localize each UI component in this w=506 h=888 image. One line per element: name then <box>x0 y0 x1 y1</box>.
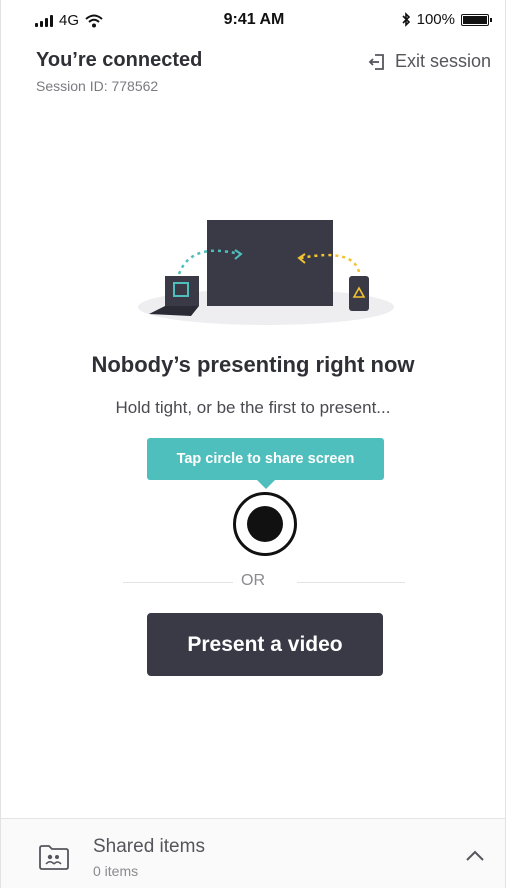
record-icon <box>247 506 283 542</box>
battery-fill <box>463 15 487 24</box>
phone-icon <box>349 276 369 311</box>
status-right: 100% <box>401 11 492 28</box>
or-label: OR <box>241 572 265 589</box>
shared-folder-icon <box>39 845 69 870</box>
share-screen-button[interactable] <box>233 492 297 556</box>
share-screen-tooltip: Tap circle to share screen <box>147 438 384 489</box>
page-title: You’re connected <box>36 49 203 71</box>
present-video-button[interactable]: Present a video <box>147 613 383 676</box>
headline: Nobody’s presenting right now <box>91 352 415 377</box>
battery-icon <box>461 13 492 26</box>
exit-session-label: Exit session <box>394 51 491 71</box>
exit-icon <box>368 53 384 70</box>
shared-items-count: 0 items <box>93 863 139 879</box>
subline: Hold tight, or be the first to present..… <box>115 398 391 417</box>
session-id: Session ID: 778562 <box>36 78 159 94</box>
chevron-up-icon[interactable] <box>465 850 485 862</box>
exit-session-button[interactable]: Exit session <box>367 51 491 72</box>
phone-frame: 4G 9:41 AM 100% You’re connected Session… <box>0 0 506 888</box>
divider-right <box>297 582 405 583</box>
presenting-illustration <box>138 220 394 325</box>
shared-items-title: Shared items <box>93 836 205 857</box>
shared-items-panel[interactable]: Shared items 0 items <box>1 818 505 888</box>
bluetooth-icon <box>402 12 410 27</box>
tv-screen <box>207 220 333 306</box>
battery-percent: 100% <box>416 11 455 28</box>
status-bar: 4G 9:41 AM 100% <box>1 0 506 40</box>
